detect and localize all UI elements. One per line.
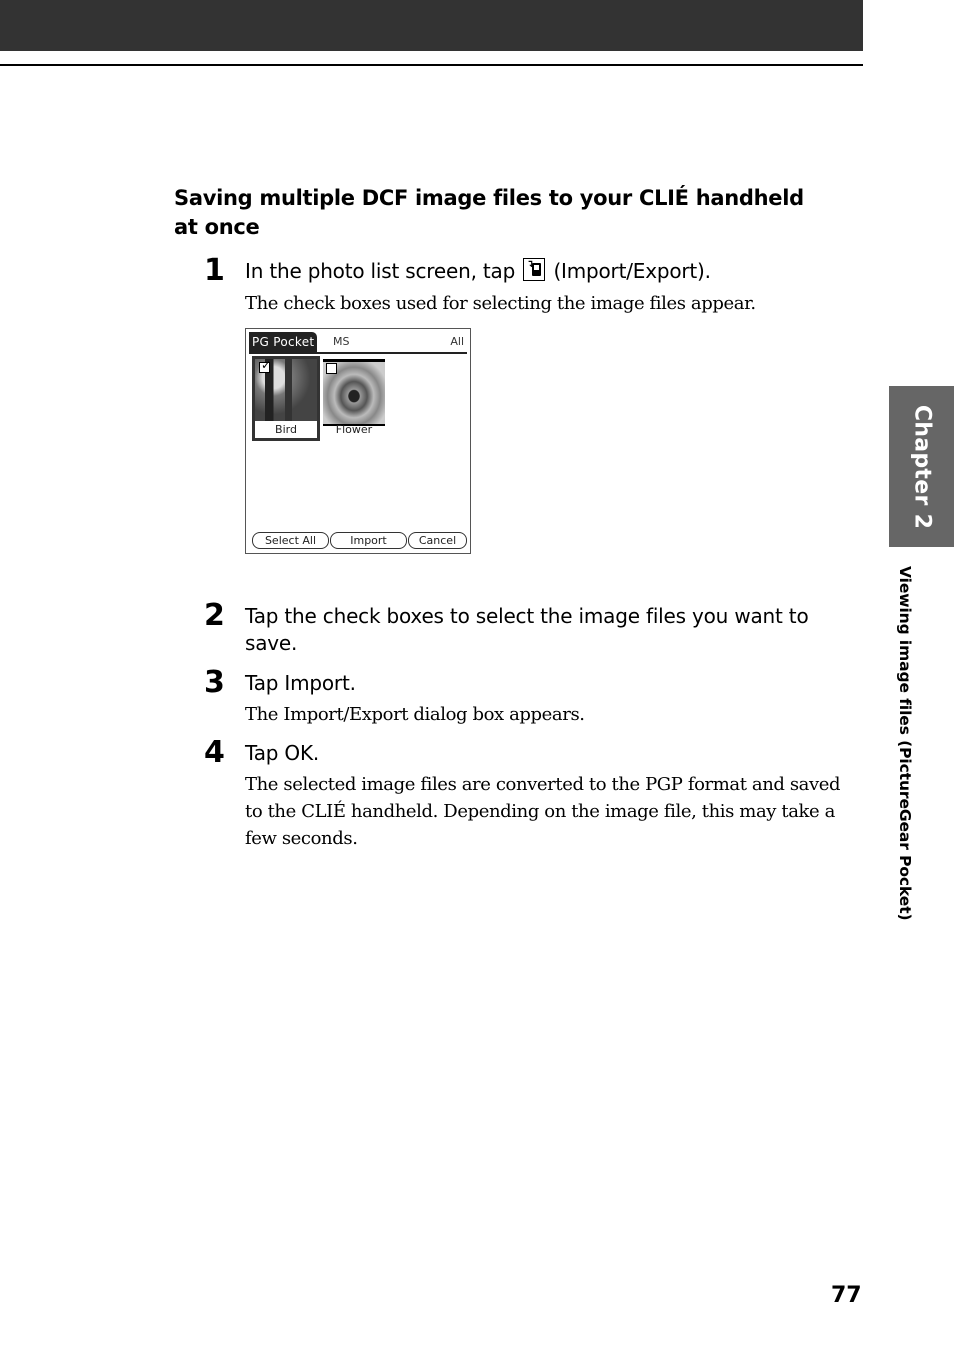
step-number: 3 [204,665,225,700]
section-label: Viewing image files (PictureGear Pocket) [896,566,914,921]
import-button[interactable]: Import [330,532,407,549]
step-text-part: In the photo list screen, tap [245,259,516,283]
device-screenshot: PG Pocket MS All ✓ Bird Flower Select Al… [245,328,471,554]
device-header: PG Pocket MS All [249,332,467,354]
checkbox-unchecked[interactable] [326,363,337,374]
step-text: In the photo list screen, tap ↴ (Import/… [245,258,845,285]
section-title: Saving multiple DCF image files to your … [174,186,804,239]
cancel-button[interactable]: Cancel [408,532,467,549]
app-title: PG Pocket [249,332,318,352]
step-description: The Import/Export dialog box appears. [245,704,585,725]
import-export-icon: ↴ [523,258,546,281]
step-text: Tap OK. [245,741,320,765]
filter-dropdown[interactable]: All [450,332,464,352]
step-description: The selected image files are converted t… [245,774,841,849]
step-number: 4 [204,735,225,770]
header-bar [0,0,863,51]
thumbnail-label: Bird [275,423,297,436]
thumbnail-label: Flower [335,423,373,436]
step-number: 1 [204,253,225,288]
category-label[interactable]: MS [333,332,349,352]
chapter-tab: Chapter 2 [889,386,954,547]
select-all-button[interactable]: Select All [252,532,329,549]
header-rule [0,64,863,66]
step-text-part: (Import/Export). [553,259,711,283]
step-text: Tap the check boxes to select the image … [245,604,809,655]
page-number: 77 [831,1283,862,1308]
thumbnail-bird[interactable]: ✓ Bird [252,356,320,441]
step-description: The check boxes used for selecting the i… [245,293,756,314]
chapter-label: Chapter 2 [909,404,934,529]
thumbnail-flower[interactable]: Flower [323,359,385,438]
step-text: Tap Import. [245,671,356,695]
step-number: 2 [204,598,225,633]
checkbox-checked[interactable]: ✓ [259,358,272,373]
checkmark-icon: ✓ [261,358,272,372]
